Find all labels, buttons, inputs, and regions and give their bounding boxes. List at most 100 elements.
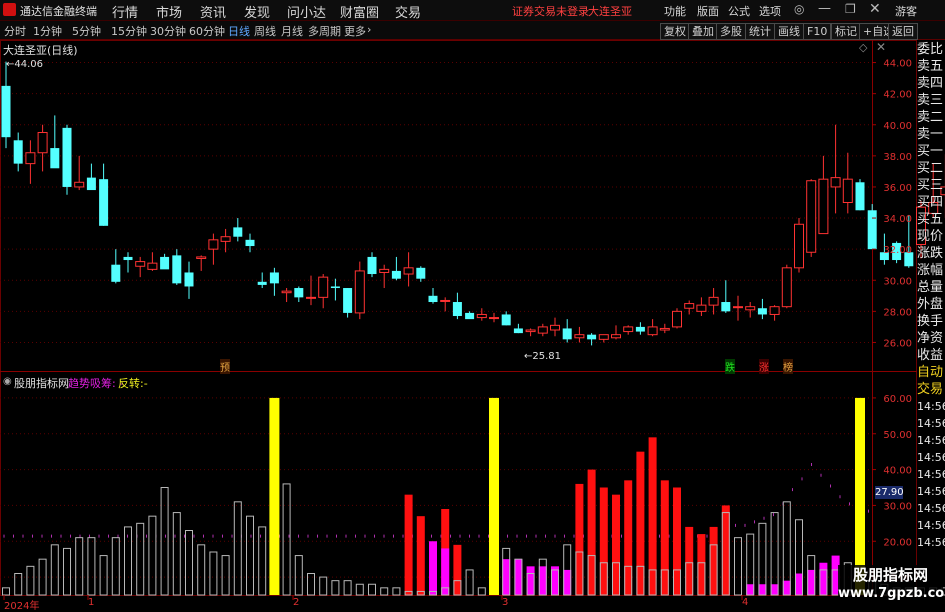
candle-body: [806, 180, 817, 253]
candle-body: [562, 328, 572, 340]
indicator-volume-bar: [246, 515, 254, 596]
candle-body: [330, 286, 340, 289]
candle-body: [74, 181, 85, 188]
candle-body: [111, 264, 121, 282]
side-panel-item: 卖五: [917, 59, 944, 74]
indicator-red-bar: [673, 487, 681, 595]
side-panel-item: 买三: [917, 178, 944, 193]
indicator-volume-bar: [136, 522, 145, 596]
candle-body: [550, 324, 560, 331]
candle-body: [623, 326, 634, 333]
side-panel-item: 卖三: [917, 93, 944, 108]
side-panel-item: 14:56: [917, 536, 945, 549]
indicator-volume-bar: [294, 555, 303, 596]
price-tick-label: 28.00: [883, 307, 912, 318]
indicator-red-bar: [587, 469, 596, 595]
price-tick-label: 36.00: [883, 183, 912, 194]
side-panel-item: 买四: [917, 195, 944, 210]
candle-body: [233, 227, 243, 237]
indicator-volume-bar: [465, 569, 474, 596]
side-panel-item: 收益: [917, 348, 944, 363]
candle-body: [403, 267, 414, 275]
price-tick-label: 38.00: [883, 152, 912, 163]
indicator-magenta-bar: [758, 584, 767, 595]
candle-body: [489, 317, 499, 320]
side-panel-item: 14:56: [917, 519, 945, 532]
price-tick-label: 32.00: [883, 245, 912, 256]
price-tick-label: 34.00: [883, 214, 912, 225]
indicator-tick-label: 50.00: [883, 430, 912, 441]
indicator-magenta-bar: [819, 562, 828, 595]
date-axis-label-3: 3: [502, 597, 509, 608]
candle-body: [208, 239, 219, 250]
side-panel-item: 卖二: [917, 110, 944, 125]
indicator-volume-bar: [233, 501, 242, 596]
candle-body: [245, 239, 255, 247]
indicator-volume-bar: [172, 512, 181, 596]
side-panel-item: 14:56: [917, 468, 945, 481]
candle-body: [635, 326, 645, 332]
side-panel-item: 卖四: [917, 76, 944, 91]
indicator-red-bar: [575, 483, 584, 595]
candle-body: [428, 295, 438, 303]
indicator-red-bar: [660, 480, 669, 595]
indicator-red-bar: [697, 534, 706, 595]
indicator-magenta-bar: [429, 541, 437, 595]
indicator-volume-bar: [282, 483, 291, 596]
indicator-red-bar: [599, 487, 608, 595]
indicator-yellow-bar: [269, 397, 280, 595]
high-price-label: ←44.06: [6, 59, 44, 70]
candle-body: [611, 334, 621, 339]
candle-body: [367, 256, 377, 275]
indicator-volume-bar: [770, 512, 779, 596]
candle-body: [684, 303, 695, 309]
marker-pre[interactable]: 预: [220, 359, 230, 374]
indicator-magenta-bar: [795, 573, 803, 595]
indicator-volume-bar: [148, 515, 157, 596]
date-axis-label-4: 4: [742, 597, 749, 608]
candle-body: [318, 276, 329, 298]
candle-body: [50, 148, 60, 169]
watermark-line2: www.7gpzb.com: [838, 586, 945, 601]
side-panel-item: 买五: [917, 212, 944, 227]
indicator-volume-bar: [197, 544, 206, 596]
side-panel-item: 买二: [917, 161, 944, 176]
indicator-magenta-bar: [746, 584, 755, 595]
indicator-magenta-bar: [551, 566, 559, 595]
candle-body: [13, 140, 23, 164]
chart-canvas[interactable]: 26.00 28.00 30.00 32.00 34.00 36.00 38.00 40.00…: [0, 0, 945, 609]
indicator-tick-label: 30.00: [883, 501, 912, 512]
indicator-volume-bar: [50, 544, 59, 596]
side-panel-item: 外盘: [917, 297, 944, 312]
chart-border: [0, 40, 917, 596]
candle-body: [416, 267, 426, 279]
price-tick-label: 40.00: [883, 121, 912, 132]
indicator-magenta-bar: [502, 559, 511, 595]
current-value-tag: 27.90: [875, 486, 904, 499]
candle-body: [160, 256, 170, 270]
indicator-volume-bar: [26, 565, 35, 596]
indicator-red-bar: [721, 505, 730, 595]
date-axis-label-year: 2024年: [4, 601, 40, 612]
indicator-magenta-bar: [563, 569, 572, 595]
side-panel-item: 14:56: [917, 485, 945, 498]
candle-body: [196, 256, 207, 259]
marker-rank[interactable]: 榜: [783, 359, 793, 374]
quote-side-panel: 委比 卖五 卖四 卖三 卖二 卖一 买一 买二 买三 买四 买五 现价 涨跌 涨幅 总量 外盘 换手 净资 收益 自动…: [917, 41, 945, 609]
price-tick-label: 42.00: [883, 90, 912, 101]
marker-up[interactable]: 涨: [759, 359, 769, 374]
candle-body: [147, 262, 158, 270]
indicator-volume-bar: [221, 555, 230, 596]
date-axis-label-2: 2: [293, 597, 300, 608]
side-panel-item: 现价: [917, 229, 944, 244]
marker-down[interactable]: 跌: [725, 359, 735, 374]
candle-body: [525, 329, 536, 333]
indicator-volume-bar: [258, 526, 267, 596]
candle-body: [855, 182, 865, 211]
indicator-red-bar: [612, 494, 620, 595]
side-panel-item: 交易: [917, 382, 944, 397]
candle-body: [708, 296, 719, 306]
indicator-volume-bar: [734, 537, 742, 596]
side-panel-item: 涨幅: [917, 263, 944, 278]
indicator-volume-bar: [87, 537, 96, 596]
